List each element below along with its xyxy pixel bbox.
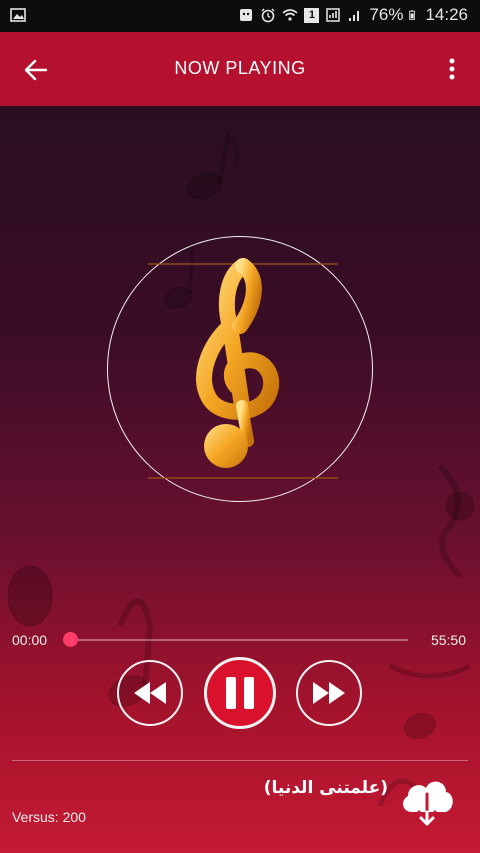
- status-right: 1 76% 14:26: [238, 5, 468, 25]
- song-title: (علمتنى الدنيا): [263, 778, 388, 798]
- player-stage: 00:00 55:50 (علمتنى الدنيا) Versus: 200: [0, 106, 480, 853]
- more-vert-icon[interactable]: [442, 56, 462, 84]
- sim-badge: 1: [304, 7, 320, 23]
- divider: [12, 760, 468, 761]
- sim-icon: [326, 8, 341, 22]
- pause-button[interactable]: [204, 657, 276, 729]
- status-bar: 1 76% 14:26: [0, 0, 480, 32]
- rewind-icon: [134, 682, 166, 704]
- alarm-icon: [261, 8, 275, 23]
- status-left: [10, 7, 26, 28]
- battery-icon: [409, 10, 416, 20]
- rewind-button[interactable]: [117, 660, 183, 726]
- app-bar: NOW PLAYING: [0, 32, 480, 106]
- version-label: Versus: 200: [12, 809, 86, 825]
- current-time: 00:00: [12, 632, 48, 648]
- fast-forward-icon: [313, 682, 345, 704]
- fast-forward-button[interactable]: [296, 660, 362, 726]
- wifi-icon: [282, 9, 298, 21]
- treble-clef-icon: [148, 258, 338, 479]
- seek-bar[interactable]: [63, 632, 408, 647]
- status-time: 14:26: [425, 5, 468, 24]
- seek-thumb[interactable]: [63, 632, 78, 647]
- page-title: NOW PLAYING: [174, 58, 306, 78]
- signal-icon: [349, 11, 360, 21]
- pause-icon: [226, 677, 254, 709]
- cloud-download-icon[interactable]: [398, 772, 456, 828]
- battery-percent: 76%: [369, 5, 404, 24]
- total-time: 55:50: [430, 632, 466, 648]
- image-icon: [10, 8, 26, 22]
- android-icon: [240, 9, 253, 21]
